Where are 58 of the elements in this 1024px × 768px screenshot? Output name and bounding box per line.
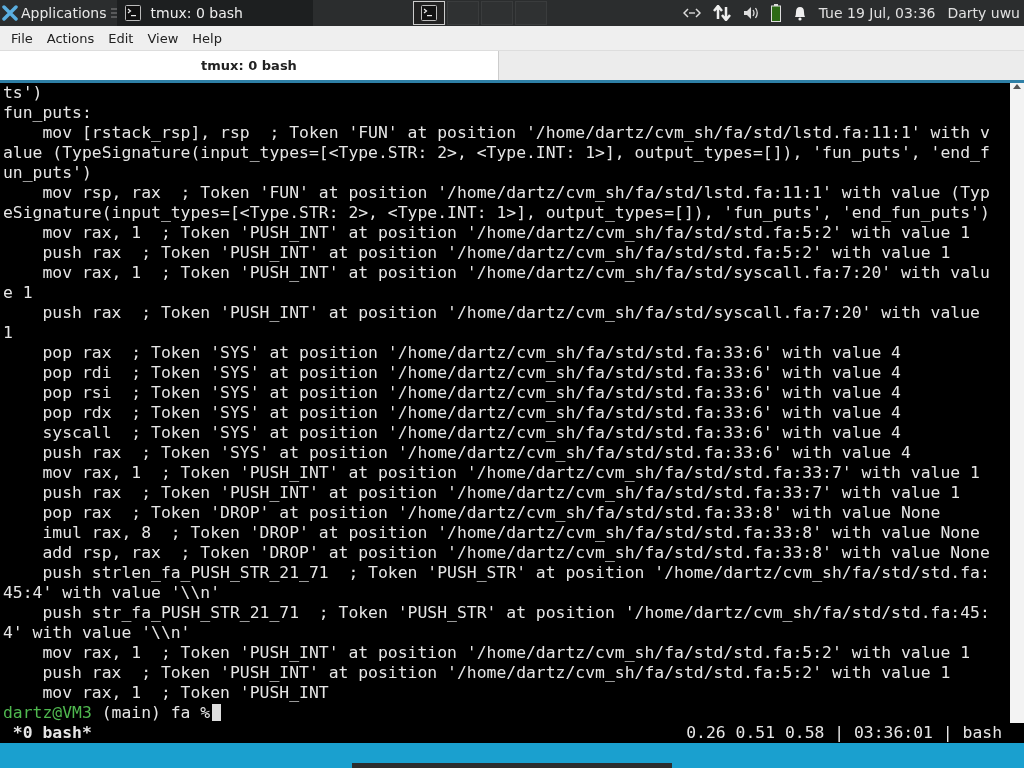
terminal-line: ts')	[3, 83, 43, 103]
terminal-line: mov rax, 1 ; Token 'PUSH_INT' at position '/home/dartz/cvm_sh/fa/std/std.fa:5:2' with value 1	[41, 643, 971, 663]
terminal-line: eSignature(input_types=[<Type.STR: 2>, <Type.INT: 1>], output_types=[]), 'fun_puts', 'end_fun_puts')	[3, 203, 990, 223]
terminal-line: alue (TypeSignature(input_types=[<Type.STR: 2>, <Type.INT: 1>], output_types=[]), 'fun_puts', 'end_f	[3, 143, 990, 163]
menu-item[interactable]: Actions	[39, 30, 102, 46]
terminal-line: push rax ; Token 'PUSH_INT' at position '/home/dartz/cvm_sh/fa/std/std.fa:33:7' with value 1	[41, 483, 961, 503]
prompt-text: (main) fa %	[100, 703, 211, 722]
terminal-line: pop rax ; Token 'DROP' at position '/home/dartz/cvm_sh/fa/std/std.fa:33:8' with value None	[41, 503, 941, 523]
clock[interactable]: Tue 19 Jul, 03:36	[818, 5, 936, 21]
menu-item[interactable]: Help	[185, 30, 229, 46]
terminal-line: mov [rstack_rsp], rsp ; Token 'FUN' at position '/home/dartz/cvm_sh/fa/std/lstd.fa:11:1' with v	[41, 123, 990, 143]
prompt-user-host: dartz@VM3	[3, 703, 92, 722]
terminal-line: pop rsi ; Token 'SYS' at position '/home/dartz/cvm_sh/fa/std/std.fa:33:6' with value 4	[41, 383, 901, 403]
scrollbar[interactable]	[1010, 83, 1024, 723]
terminal-line: push rax ; Token 'PUSH_INT' at position '/home/dartz/cvm_sh/fa/std/syscall.fa:7:20' with value	[41, 303, 980, 323]
terminal-line: pop rax ; Token 'SYS' at position '/home/dartz/cvm_sh/fa/std/std.fa:33:6' with value 4	[41, 343, 901, 363]
dock-bar[interactable]	[352, 763, 672, 768]
terminal-line: 1	[3, 323, 13, 343]
x-logo-icon	[2, 5, 18, 21]
terminal-line: push strlen_fa_PUSH_STR_21_71 ; Token 'PUSH_STR' at position '/home/dartz/cvm_sh/fa/std/std.fa:	[41, 563, 990, 583]
terminal-line: mov rax, 1 ; Token 'PUSH_INT' at position '/home/dartz/cvm_sh/fa/std/syscall.fa:7:20' with valu	[41, 263, 990, 283]
terminal-line: syscall ; Token 'SYS' at position '/home/dartz/cvm_sh/fa/std/std.fa:33:6' with value 4	[41, 423, 901, 443]
menu-item[interactable]: View	[140, 30, 186, 46]
user-name[interactable]: Darty uwu	[947, 5, 1020, 21]
terminal-icon	[420, 5, 437, 21]
terminal-icon	[124, 5, 141, 21]
network-arrows-icon	[712, 5, 731, 21]
terminal-line: imul rax, 8 ; Token 'DROP' at position '/home/dartz/cvm_sh/fa/std/std.fa:33:8' with value None	[41, 523, 980, 543]
terminal-line: 4' with value '\\n'	[3, 623, 191, 643]
terminal-line: fun_puts:	[3, 103, 92, 123]
menu-item[interactable]: File	[4, 30, 40, 46]
terminal-line: un_puts')	[3, 163, 92, 183]
terminal-line: push rax ; Token 'SYS' at position '/home/dartz/cvm_sh/fa/std/std.fa:33:6' with value 4	[41, 443, 911, 463]
status-load-time: 0.26 0.51 0.58 | 03:36:01 | bash	[686, 723, 1002, 743]
handle-icon	[110, 8, 117, 18]
terminal-line: pop rdx ; Token 'SYS' at position '/home/dartz/cvm_sh/fa/std/std.fa:33:6' with value 4	[41, 403, 901, 423]
menu-item[interactable]: Edit	[101, 30, 141, 46]
terminal-line: mov rsp, rax ; Token 'FUN' at position '/home/dartz/cvm_sh/fa/std/lstd.fa:11:1' with value (Typ	[41, 183, 990, 203]
bell-icon	[792, 5, 807, 21]
terminal-line: push rax ; Token 'PUSH_INT' at position '/home/dartz/cvm_sh/fa/std/std.fa:5:2' with value 1	[41, 243, 951, 263]
terminal-line: add rsp, rax ; Token 'DROP' at position '/home/dartz/cvm_sh/fa/std/std.fa:33:8' with value None	[41, 543, 990, 563]
terminal-line: push str_fa_PUSH_STR_21_71 ; Token 'PUSH_STR' at position '/home/dartz/cvm_sh/fa/std/std.fa:45:	[41, 603, 990, 623]
terminal-line: pop rdi ; Token 'SYS' at position '/home/dartz/cvm_sh/fa/std/std.fa:33:6' with value 4	[41, 363, 901, 383]
scroll-up-arrow-icon	[1013, 83, 1021, 89]
taskbar-button[interactable]: tmux: 0 bash	[116, 0, 313, 26]
terminal-line: 45:4' with value '\\n'	[3, 583, 221, 603]
status-window-label: *0 bash*	[11, 723, 92, 743]
applications-menu[interactable]: Applications	[0, 0, 111, 26]
battery-icon	[770, 4, 781, 22]
terminal-line: mov rax, 1 ; Token 'PUSH_INT' at position '/home/dartz/cvm_sh/fa/std/std.fa:5:2' with value 1	[41, 223, 971, 243]
terminal-line: mov rax, 1 ; Token 'PUSH_INT	[41, 683, 329, 703]
code-icon	[682, 7, 701, 19]
volume-icon	[742, 6, 759, 20]
text-cursor	[212, 704, 222, 721]
terminal-line: push rax ; Token 'PUSH_INT' at position '/home/dartz/cvm_sh/fa/std/std.fa:5:2' with value 1	[41, 663, 951, 683]
terminal-line: mov rax, 1 ; Token 'PUSH_INT' at position '/home/dartz/cvm_sh/fa/std/std.fa:33:7' with value 1	[41, 463, 980, 483]
terminal-line: e 1	[3, 283, 33, 303]
terminal-tab[interactable]: tmux: 0 bash	[0, 51, 499, 80]
